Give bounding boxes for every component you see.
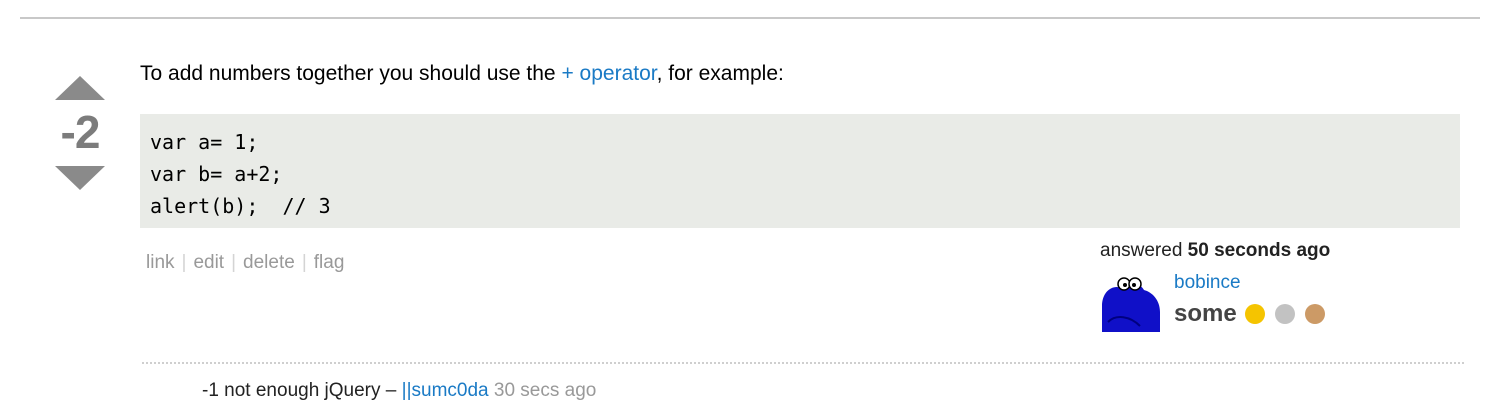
reputation-score: some: [1174, 300, 1237, 327]
reputation-row: some: [1174, 300, 1335, 328]
vote-cell: -2: [50, 76, 110, 190]
comment-text: -1 not enough jQuery –: [202, 380, 402, 401]
answered-label: answered: [1100, 240, 1183, 261]
menu-separator: |: [231, 252, 237, 273]
answered-time: 50 seconds ago: [1187, 240, 1331, 261]
post-menu: link | edit | delete | flag: [146, 252, 344, 274]
gold-badge-icon: [1244, 304, 1265, 324]
comment-time: 30 secs ago: [493, 380, 597, 401]
post-body: To add numbers together you should use t…: [140, 58, 1460, 228]
menu-separator: |: [301, 252, 307, 273]
top-divider: [20, 17, 1480, 19]
post-intro-text-after: , for example:: [656, 62, 784, 85]
comment: -1 not enough jQuery – ||sumc0da 30 secs…: [202, 380, 596, 402]
code-block: var a= 1; var b= a+2; alert(b); // 3: [140, 114, 1460, 228]
user-signature: answered 50 seconds ago bobince some: [1100, 240, 1440, 334]
blue-creature-avatar-icon: [1100, 270, 1164, 334]
post-intro-text: To add numbers together you should use t…: [140, 62, 562, 85]
edit-button[interactable]: edit: [193, 252, 224, 273]
link-button[interactable]: link: [146, 252, 175, 273]
bronze-badge-icon: [1304, 304, 1325, 324]
operator-link[interactable]: + operator: [561, 62, 656, 85]
flag-button[interactable]: flag: [314, 252, 345, 273]
avatar[interactable]: [1100, 270, 1164, 334]
vote-score: -2: [60, 106, 101, 158]
vote-down-icon[interactable]: [55, 166, 105, 190]
username-link[interactable]: bobince: [1174, 272, 1335, 294]
answered-line: answered 50 seconds ago: [1100, 240, 1440, 262]
silver-badge-icon: [1274, 304, 1295, 324]
post-intro: To add numbers together you should use t…: [140, 58, 1460, 90]
user-row: bobince some: [1100, 270, 1440, 334]
menu-separator: |: [181, 252, 187, 273]
comment-author-link[interactable]: ||sumc0da: [402, 380, 489, 401]
user-details: bobince some: [1174, 270, 1335, 334]
delete-button[interactable]: delete: [243, 252, 295, 273]
comments-divider: [142, 362, 1464, 364]
vote-up-icon[interactable]: [55, 76, 105, 100]
